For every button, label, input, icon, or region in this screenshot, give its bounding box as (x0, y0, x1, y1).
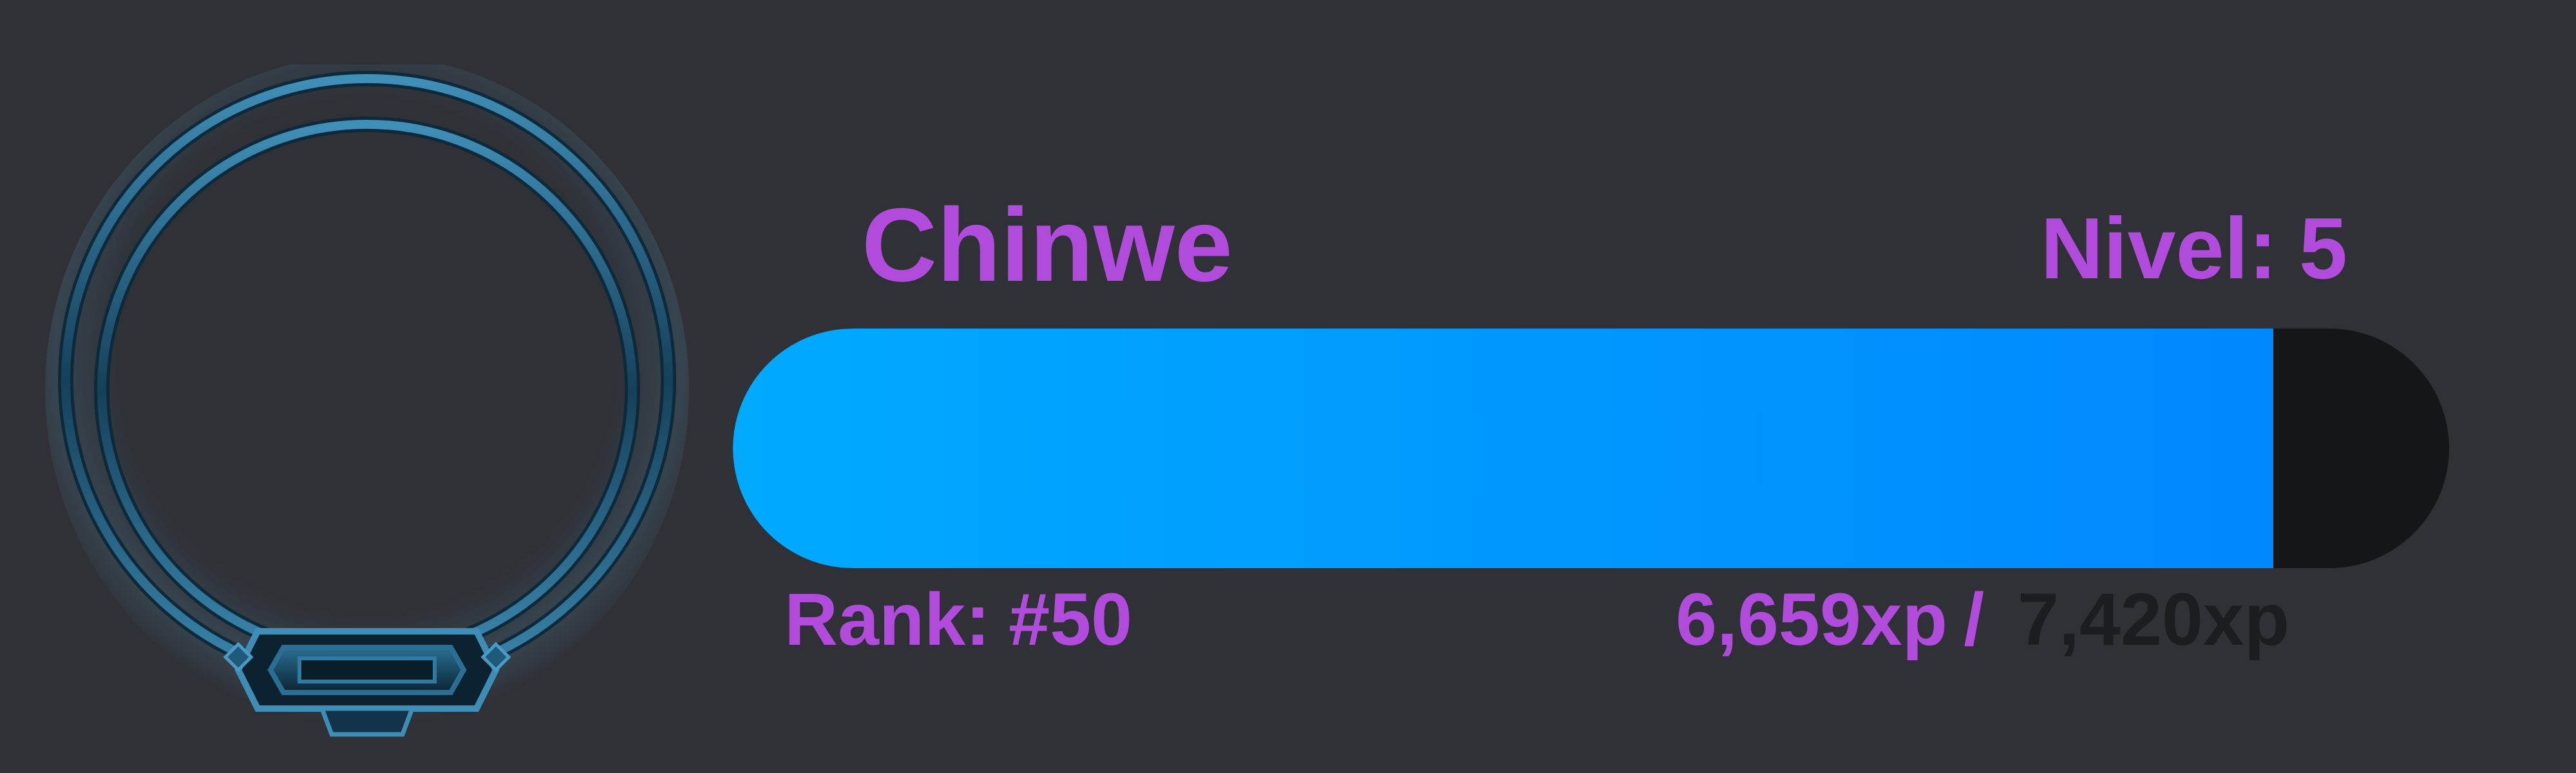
xp-progress-fill (733, 329, 2273, 568)
level-label: Nivel: (2040, 200, 2278, 297)
xp-total: 7,420xp (2018, 578, 2289, 661)
rank-card: Chinwe Nivel: 5 Rank: #50 6,659xp/7,420xp (0, 0, 2576, 773)
xp-counter: 6,659xp/7,420xp (1676, 583, 2289, 657)
rank-value: #50 (1009, 578, 1133, 661)
xp-current: 6,659xp (1676, 578, 1947, 661)
xp-progress-bar (733, 329, 2449, 568)
username: Chinwe (862, 187, 1233, 303)
xp-separator: / (1964, 578, 1985, 661)
rank-display: Rank: #50 (784, 583, 1132, 657)
level-value: 5 (2298, 200, 2347, 297)
avatar-frame-icon (45, 64, 689, 760)
level-display: Nivel: 5 (2041, 205, 2347, 292)
rank-label: Rank: (784, 578, 990, 661)
